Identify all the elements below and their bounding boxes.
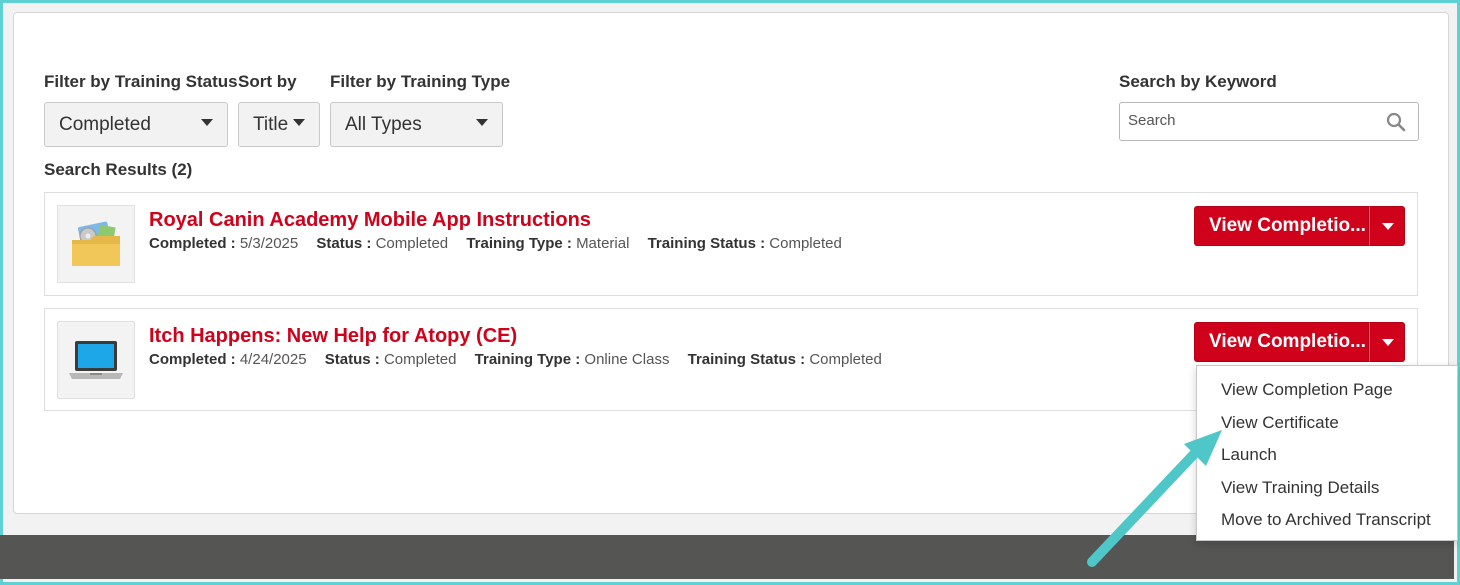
folder-icon xyxy=(57,205,135,283)
sort-by-label: Sort by xyxy=(238,72,297,91)
completed-label: Completed : xyxy=(149,351,236,368)
caret-down-icon xyxy=(1382,223,1394,230)
caret-down-icon xyxy=(476,119,488,126)
search-results-heading: Search Results (2) xyxy=(44,160,193,179)
training-status-filter-label: Filter by Training Status xyxy=(44,72,238,91)
status-label: Status : xyxy=(316,235,372,252)
keyword-search-box xyxy=(1119,102,1419,141)
training-type-label: Training Type : xyxy=(474,351,581,368)
status-label: Status : xyxy=(324,351,380,368)
training-status-value: Completed xyxy=(809,351,882,368)
menu-item-view-training-details[interactable]: View Training Details xyxy=(1197,472,1457,505)
training-status-value: Completed xyxy=(769,235,842,252)
training-status-select[interactable]: Completed xyxy=(44,102,228,147)
training-status-value: Completed xyxy=(59,113,151,135)
training-type-filter-label: Filter by Training Type xyxy=(330,72,511,91)
sort-by-select[interactable]: Title xyxy=(238,102,320,147)
training-card: Royal Canin Academy Mobile App Instructi… xyxy=(44,192,1418,296)
training-status-label: Training Status : xyxy=(647,235,766,252)
training-status-label: Training Status : xyxy=(687,351,806,368)
menu-item-view-completion-page[interactable]: View Completion Page xyxy=(1197,374,1457,407)
training-meta: Completed : 5/3/2025 Status : Completed … xyxy=(149,235,842,252)
options-dropdown-toggle[interactable] xyxy=(1369,322,1405,362)
caret-down-icon xyxy=(201,119,213,126)
caret-down-icon xyxy=(1382,339,1394,346)
view-completion-button[interactable]: View Completio... xyxy=(1194,206,1369,246)
training-type-select[interactable]: All Types xyxy=(330,102,503,147)
options-dropdown-toggle[interactable] xyxy=(1369,206,1405,246)
menu-item-move-to-archived-transcript[interactable]: Move to Archived Transcript xyxy=(1197,504,1457,537)
menu-item-launch[interactable]: Launch xyxy=(1197,439,1457,472)
status-value: Completed xyxy=(383,351,457,368)
training-type-value: All Types xyxy=(345,113,422,135)
menu-item-view-certificate[interactable]: View Certificate xyxy=(1197,407,1457,440)
completed-label: Completed : xyxy=(149,235,236,252)
view-completion-button[interactable]: View Completio... xyxy=(1194,322,1369,362)
training-title-link[interactable]: Royal Canin Academy Mobile App Instructi… xyxy=(149,209,591,232)
status-value: Completed xyxy=(375,235,449,252)
options-dropdown-menu: View Completion Page View Certificate La… xyxy=(1196,365,1458,541)
training-type-label: Training Type : xyxy=(466,235,572,252)
view-completion-split-button: View Completio... xyxy=(1194,322,1405,362)
training-meta: Completed : 4/24/2025 Status : Completed… xyxy=(149,351,882,368)
laptop-icon xyxy=(57,321,135,399)
training-type-value: Online Class xyxy=(584,351,670,368)
keyword-search-input[interactable] xyxy=(1126,111,1380,130)
view-completion-split-button: View Completio... xyxy=(1194,206,1405,246)
completed-date: 5/3/2025 xyxy=(239,235,299,252)
completed-date: 4/24/2025 xyxy=(239,351,307,368)
training-title-link[interactable]: Itch Happens: New Help for Atopy (CE) xyxy=(149,325,517,348)
training-type-value: Material xyxy=(576,235,630,252)
sort-by-value: Title xyxy=(253,113,289,135)
search-icon[interactable] xyxy=(1386,112,1406,137)
page-footer xyxy=(0,535,1454,579)
keyword-search-label: Search by Keyword xyxy=(1119,72,1277,91)
caret-down-icon xyxy=(293,119,305,126)
